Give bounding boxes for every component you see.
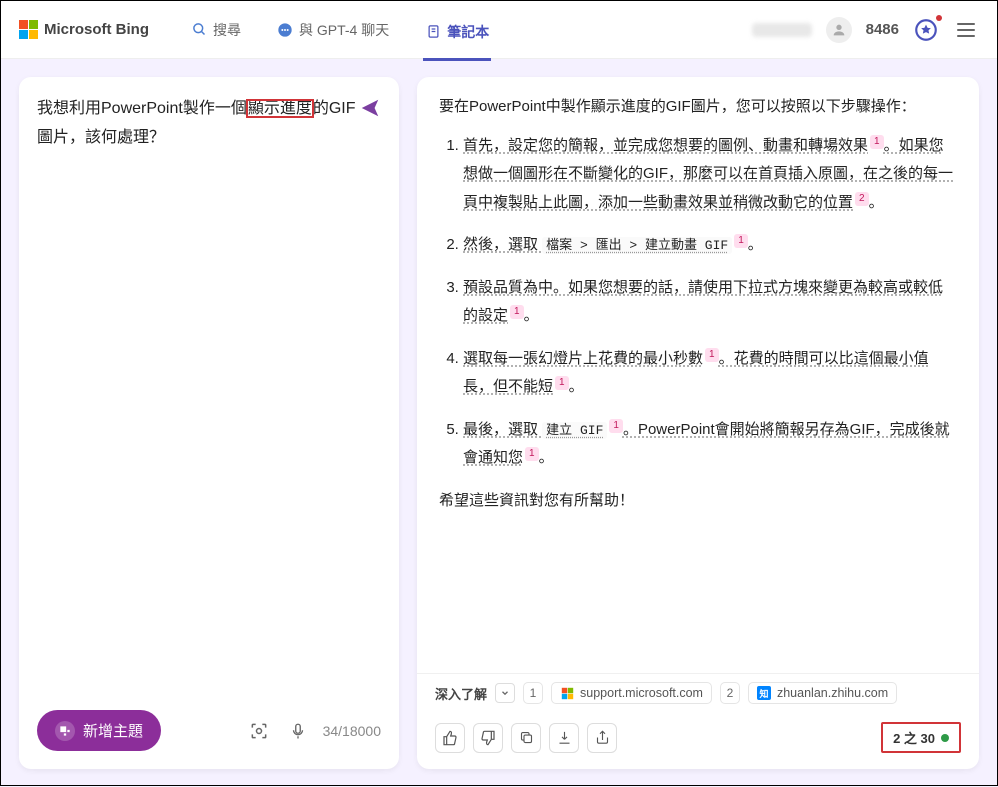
user-query[interactable]: 我想利用PowerPoint製作一個顯示進度的GIF圖片，該何處理？: [37, 95, 359, 153]
action-row: 2 之 30: [417, 712, 979, 769]
answer-step-2: 然後，選取 檔案 > 匯出 > 建立動畫 GIF1。: [463, 231, 957, 260]
citation-1e[interactable]: 1: [555, 376, 569, 390]
learn-more-row: 深入了解 1 support.microsoft.com 2 知 zhuanla…: [417, 673, 979, 712]
answer-step-4: 選取每一張幻燈片上花費的最小秒數1。花費的時間可以比這個最小值長，但不能短1。: [463, 345, 957, 402]
zhihu-icon: 知: [757, 686, 771, 700]
citation-1[interactable]: 1: [870, 135, 884, 149]
answer-step-3: 預設品質為中。如果您想要的話，請使用下拉式方塊來變更為較高或較低的設定1。: [463, 274, 957, 331]
learn-more-label: 深入了解: [435, 684, 487, 703]
main-area: 我想利用PowerPoint製作一個顯示進度的GIF圖片，該何處理？ 新增主題: [1, 59, 997, 787]
status-dot-icon: [941, 734, 949, 742]
tab-chat[interactable]: 與 GPT-4 聊天: [275, 16, 391, 44]
new-topic-label: 新增主題: [83, 720, 143, 741]
visual-search-button[interactable]: [245, 717, 273, 745]
tab-search-label: 搜尋: [213, 20, 241, 40]
char-count: 34/18000: [323, 723, 381, 739]
share-button[interactable]: [587, 723, 617, 753]
send-button[interactable]: [359, 95, 381, 119]
new-topic-plus-icon: [55, 721, 75, 741]
chat-icon: [277, 22, 293, 38]
search-icon: [191, 22, 207, 38]
citation-2[interactable]: 2: [855, 192, 869, 206]
tab-notebook[interactable]: 筆記本: [423, 16, 491, 61]
app-header: /* fix logo layout */ .ms-logo{flex-dire…: [1, 1, 997, 59]
mic-button[interactable]: [285, 718, 311, 744]
rewards-icon[interactable]: [913, 17, 939, 43]
source-1-num[interactable]: 1: [523, 682, 543, 704]
answer-outro: 希望這些資訊對您有所幫助！: [439, 487, 957, 516]
source-1-link[interactable]: support.microsoft.com: [551, 682, 712, 704]
learn-more-expand[interactable]: [495, 683, 515, 703]
query-text-pre: 我想利用PowerPoint製作一個: [37, 100, 247, 117]
citation-1g[interactable]: 1: [525, 447, 539, 461]
tab-chat-label: 與 GPT-4 聊天: [299, 20, 389, 40]
rewards-points[interactable]: 8486: [866, 21, 899, 38]
menu-icon[interactable]: [953, 19, 979, 41]
turn-counter-text: 2 之 30: [893, 728, 935, 747]
notebook-icon: [425, 24, 441, 40]
citation-1c[interactable]: 1: [510, 305, 524, 319]
answer-step-1: 首先，設定您的簡報，並完成您想要的圖例、動畫和轉場效果1。如果您想做一個圖形在不…: [463, 132, 957, 218]
source-2-num[interactable]: 2: [720, 682, 740, 704]
export-button[interactable]: [549, 723, 579, 753]
tab-search[interactable]: 搜尋: [189, 16, 243, 44]
user-name-blurred: [752, 23, 812, 37]
tab-notebook-label: 筆記本: [447, 22, 489, 42]
answer-intro: 要在PowerPoint中製作顯示進度的GIF圖片，您可以按照以下步驟操作：: [439, 93, 957, 122]
citation-1d[interactable]: 1: [705, 348, 719, 362]
input-panel: 我想利用PowerPoint製作一個顯示進度的GIF圖片，該何處理？ 新增主題: [19, 77, 399, 769]
copy-button[interactable]: [511, 723, 541, 753]
microsoft-icon: [560, 686, 574, 700]
like-button[interactable]: [435, 723, 465, 753]
new-topic-button[interactable]: 新增主題: [37, 710, 161, 751]
brand-label: Microsoft Bing: [44, 21, 149, 38]
source-1-text: support.microsoft.com: [580, 686, 703, 700]
avatar[interactable]: [826, 17, 852, 43]
query-highlight: 顯示進度: [247, 100, 313, 117]
microsoft-logo-icon: [19, 20, 38, 39]
source-2-text: zhuanlan.zhihu.com: [777, 686, 888, 700]
response-panel: 要在PowerPoint中製作顯示進度的GIF圖片，您可以按照以下步驟操作： 首…: [417, 77, 979, 769]
turn-counter: 2 之 30: [881, 722, 961, 753]
nav-tabs: 搜尋 與 GPT-4 聊天 筆記本: [189, 16, 491, 44]
citation-1f[interactable]: 1: [609, 419, 623, 433]
source-2-link[interactable]: 知 zhuanlan.zhihu.com: [748, 682, 897, 704]
dislike-button[interactable]: [473, 723, 503, 753]
citation-1b[interactable]: 1: [734, 234, 748, 248]
answer-body: 要在PowerPoint中製作顯示進度的GIF圖片，您可以按照以下步驟操作： 首…: [417, 77, 979, 673]
answer-step-5: 最後，選取 建立 GIF1。PowerPoint會開始將簡報另存為GIF，完成後…: [463, 416, 957, 473]
